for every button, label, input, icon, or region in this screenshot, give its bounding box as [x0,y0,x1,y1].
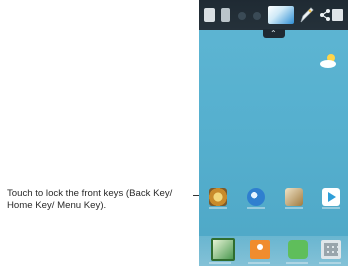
share-icon[interactable] [319,8,331,22]
chevron-up-icon: ⌃ [270,29,277,38]
apps-grid-icon[interactable] [321,240,341,259]
app-icon[interactable] [209,188,227,206]
dock-label-placeholder [286,262,308,264]
app-label-placeholder [285,207,303,209]
drawer-handle[interactable]: ⌃ [263,29,285,38]
app-icon[interactable] [221,8,230,22]
messaging-icon[interactable] [288,240,308,259]
dock-label-placeholder [319,262,341,264]
pen-icon[interactable] [299,6,315,24]
dock-label-placeholder [209,262,231,264]
weather-icon[interactable] [319,52,339,70]
dock-label-placeholder [248,262,270,264]
dot-icon [253,12,261,20]
app-label-placeholder [209,207,227,209]
dot-icon [238,12,246,20]
camera-icon[interactable] [285,188,303,206]
save-icon[interactable] [332,9,343,21]
screenshot-icon[interactable] [204,8,215,22]
app-label-placeholder [247,207,265,209]
phone-screen: ⌃ [199,0,348,266]
contacts-icon[interactable] [250,240,270,259]
lock-front-keys-icon[interactable] [211,238,235,261]
globe-icon[interactable] [247,188,265,206]
qmemo-icon[interactable] [268,6,294,24]
dock [199,236,348,266]
home-apps-row [209,188,344,210]
qmemo-toolbar [199,0,348,30]
app-label-placeholder [322,207,340,209]
callout-annotation: Touch to lock the front keys (Back Key/ … [7,188,173,211]
play-store-icon[interactable] [322,188,340,206]
